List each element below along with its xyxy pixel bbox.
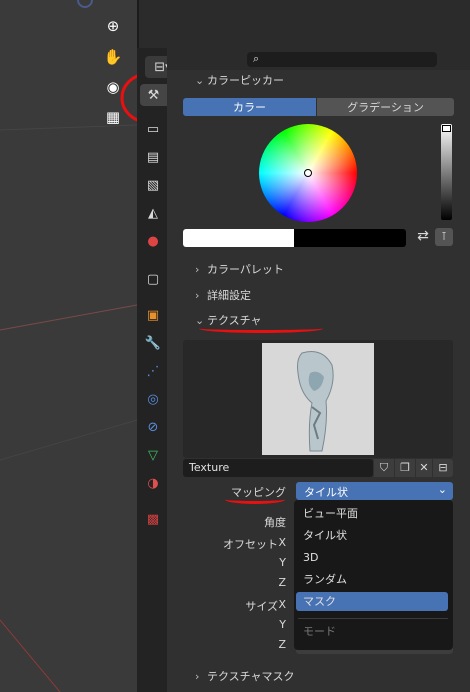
color-swatch-secondary[interactable] xyxy=(294,229,406,247)
fake-user-icon[interactable]: ⛉ xyxy=(374,459,394,477)
menu-item-3d[interactable]: 3D xyxy=(296,548,448,567)
tab-output[interactable]: ▤ xyxy=(141,146,165,168)
chevron-right-icon: › xyxy=(195,670,200,683)
texture-name-field[interactable]: Texture xyxy=(183,459,373,477)
menu-item-tiled[interactable]: タイル状 xyxy=(296,526,448,545)
size-y-label: Y xyxy=(279,618,286,631)
menu-item-random[interactable]: ランダム xyxy=(296,570,448,589)
tab-modifiers[interactable]: 🔧 xyxy=(141,332,165,354)
properties-tabs: ⊟▾ ⚒ ▭ ▤ ▧ ◭ ● ▢ ▣ 🔧 ⋰ ◎ ⊘ ▽ ◑ ▩ xyxy=(137,48,181,692)
value-handle[interactable] xyxy=(442,125,451,132)
texture-image xyxy=(297,351,334,452)
size-x-label: X xyxy=(278,598,286,611)
annotation-underline-mapping xyxy=(225,495,285,504)
color-picker-header[interactable]: ⌄ カラーピッカー xyxy=(195,72,284,88)
tab-collection[interactable]: ▢ xyxy=(141,268,165,290)
texture-thumbnail[interactable] xyxy=(262,343,374,455)
color-palette-title: カラーパレット xyxy=(207,263,284,276)
menu-item-view-plane[interactable]: ビュー平面 xyxy=(296,504,448,523)
color-palette-header[interactable]: › カラーパレット xyxy=(195,261,284,277)
tab-constraints[interactable]: ⊘ xyxy=(141,416,165,438)
size-label: サイズ xyxy=(245,600,278,613)
chevron-down-icon: ⌄ xyxy=(195,314,205,327)
annotation-circle xyxy=(120,74,137,122)
offset-y-label: Y xyxy=(279,556,286,569)
texture-mask-header[interactable]: › テクスチャマスク xyxy=(195,668,295,684)
tab-physics[interactable]: ◎ xyxy=(141,388,165,410)
mapping-dropdown[interactable]: タイル状 ⌄ xyxy=(296,482,453,500)
mapping-menu: ビュー平面 タイル状 3D ランダム マスク モード xyxy=(294,500,453,650)
panel-header: ⌕ xyxy=(167,48,470,70)
annotation-underline-texture xyxy=(199,324,323,333)
chevron-right-icon: › xyxy=(195,289,200,302)
search-input[interactable]: ⌕ xyxy=(247,52,437,67)
gradient-mode-button[interactable]: グラデーション xyxy=(317,98,454,116)
zoom-icon[interactable]: ⊕ xyxy=(100,13,126,39)
color-swatch-primary[interactable] xyxy=(183,229,294,247)
offset-z-label: Z xyxy=(278,576,286,589)
value-slider[interactable] xyxy=(441,124,452,220)
color-wheel[interactable] xyxy=(259,124,357,222)
menu-divider xyxy=(298,618,448,619)
menu-footer-mode: モード xyxy=(303,625,336,638)
color-picker-title: カラーピッカー xyxy=(207,74,284,87)
search-icon: ⌕ xyxy=(253,52,260,65)
hand-icon[interactable]: ✋ xyxy=(100,44,126,70)
tab-object[interactable]: ▣ xyxy=(141,304,165,326)
chevron-right-icon: › xyxy=(195,263,200,276)
swap-colors-icon[interactable]: ⇄ xyxy=(415,228,431,246)
unlink-icon[interactable]: ✕ xyxy=(416,459,432,477)
mapping-value: タイル状 xyxy=(304,486,348,499)
offset-label: オフセット xyxy=(223,538,278,551)
advanced-header[interactable]: › 詳細設定 xyxy=(195,287,251,303)
tab-tool[interactable]: ⚒ xyxy=(140,84,167,106)
eyedropper-icon[interactable]: ⊺ xyxy=(435,228,453,246)
color-cursor[interactable] xyxy=(304,169,312,177)
menu-item-mask[interactable]: マスク xyxy=(296,592,448,611)
tab-view-layer[interactable]: ▧ xyxy=(141,174,165,196)
tab-texture[interactable]: ▩ xyxy=(141,508,165,530)
texture-preview-box xyxy=(183,340,453,458)
tab-material[interactable]: ◑ xyxy=(141,472,165,494)
texture-mask-title: テクスチャマスク xyxy=(207,670,295,683)
chevron-down-icon: ⌄ xyxy=(437,483,447,496)
color-mode-button[interactable]: カラー xyxy=(183,98,316,116)
tab-data[interactable]: ▽ xyxy=(141,444,165,466)
browse-icon[interactable]: ⊟ xyxy=(433,459,453,477)
tab-scene[interactable]: ◭ xyxy=(141,202,165,224)
tab-render[interactable]: ▭ xyxy=(141,118,165,140)
duplicate-icon[interactable]: ❐ xyxy=(395,459,415,477)
size-z-label: Z xyxy=(278,638,286,651)
top-strip xyxy=(137,0,470,48)
offset-x-label: X xyxy=(278,536,286,549)
advanced-title: 詳細設定 xyxy=(207,289,251,302)
3d-viewport[interactable]: ⊕ ✋ ◉ ▦ xyxy=(0,0,137,692)
tab-particles[interactable]: ⋰ xyxy=(141,360,165,382)
chevron-down-icon: ⌄ xyxy=(195,74,205,87)
texture-name-value: Texture xyxy=(189,461,230,474)
angle-label: 角度 xyxy=(264,516,286,529)
tab-world[interactable]: ● xyxy=(141,230,165,252)
